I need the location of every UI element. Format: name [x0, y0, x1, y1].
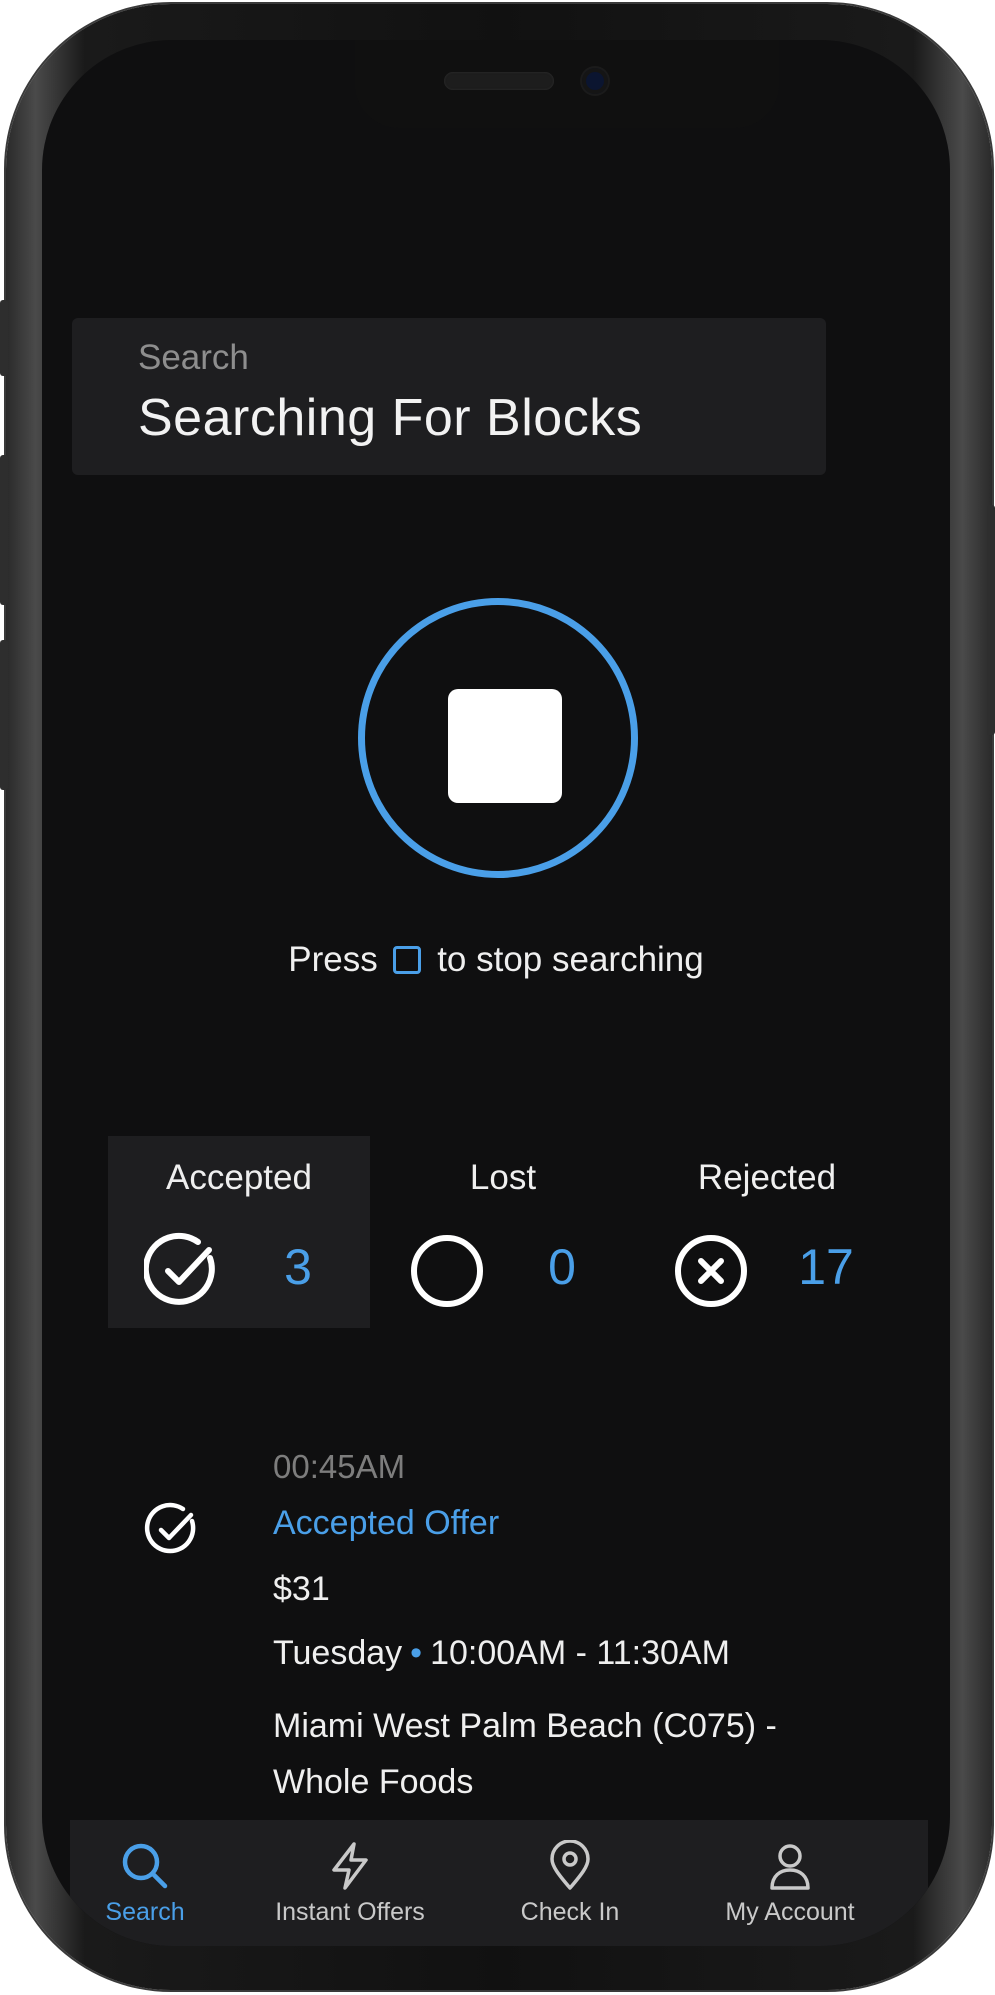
notch — [355, 40, 779, 128]
activity-day: Tuesday — [273, 1634, 403, 1672]
activity-schedule: Tuesday • 10:00AM - 11:30AM — [273, 1634, 730, 1673]
tab-my-account[interactable]: My Account — [690, 1820, 890, 1946]
side-button-volume-down — [0, 640, 8, 790]
tab-label: Instant Offers — [275, 1898, 425, 1926]
location-pin-icon — [550, 1840, 590, 1890]
tab-bar: Search Instant Offers Check In My Accoun… — [70, 1820, 928, 1946]
tab-label: My Account — [725, 1898, 855, 1926]
app-screen: Search Searching For Blocks Press to sto… — [42, 40, 950, 1946]
stop-square-icon — [393, 946, 422, 974]
stat-lost[interactable]: Lost 0 — [372, 1136, 634, 1328]
check-circle-icon — [144, 1232, 215, 1305]
stop-icon — [448, 689, 562, 803]
stat-value: 3 — [284, 1239, 312, 1295]
empty-circle-icon — [411, 1235, 483, 1307]
hint-prefix: Press — [288, 940, 378, 979]
speaker-grille — [444, 72, 554, 90]
tab-instant-offers[interactable]: Instant Offers — [250, 1820, 450, 1946]
stat-label: Accepted — [166, 1158, 312, 1197]
header-label: Search — [138, 338, 249, 377]
page-title: Searching For Blocks — [138, 389, 643, 447]
device-mockup: Search Searching For Blocks Press to sto… — [0, 0, 995, 1995]
side-button-power — [987, 505, 995, 735]
separator-dot: • — [410, 1634, 423, 1672]
tab-label: Check In — [520, 1898, 620, 1926]
lightning-icon — [332, 1842, 368, 1890]
hint-suffix: to stop searching — [437, 940, 704, 979]
tab-label: Search — [105, 1898, 185, 1926]
stat-label: Rejected — [697, 1158, 837, 1197]
stat-value: 0 — [548, 1239, 576, 1295]
activity-location: Miami West Palm Beach (C075) - Whole Foo… — [273, 1707, 777, 1801]
search-header: Search Searching For Blocks — [72, 318, 826, 475]
user-icon — [770, 1844, 810, 1890]
activity-time: 00:45AM — [273, 1448, 406, 1485]
activity-window: 10:00AM - 11:30AM — [430, 1634, 730, 1672]
front-camera — [582, 68, 608, 94]
side-button-mute — [0, 300, 8, 376]
tab-search[interactable]: Search — [70, 1820, 220, 1946]
activity-price: $31 — [273, 1570, 330, 1608]
stat-value: 17 — [798, 1239, 854, 1295]
side-button-volume-up — [0, 455, 8, 605]
stop-hint: Press to stop searching — [42, 940, 950, 980]
search-icon — [122, 1843, 168, 1889]
stat-accepted[interactable]: Accepted 3 — [108, 1136, 370, 1328]
activity-status[interactable]: Accepted Offer — [273, 1504, 499, 1543]
x-circle-icon — [675, 1235, 747, 1307]
tab-check-in[interactable]: Check In — [500, 1820, 640, 1946]
stat-label: Lost — [469, 1158, 537, 1197]
stat-rejected[interactable]: Rejected 17 — [636, 1136, 898, 1328]
check-circle-icon — [144, 1502, 196, 1554]
stop-search-button[interactable] — [358, 598, 638, 878]
